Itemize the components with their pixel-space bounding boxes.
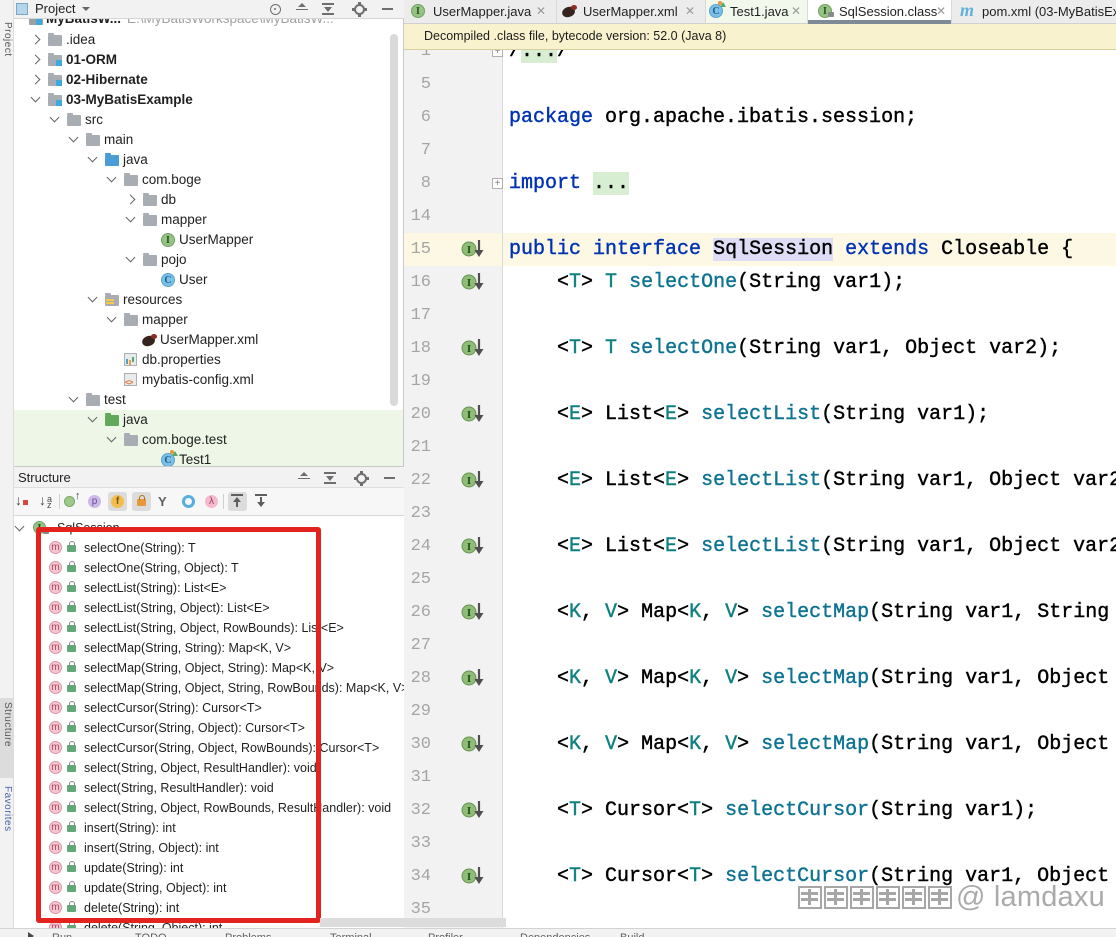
svg-text:I: I	[467, 871, 471, 883]
svg-text:I: I	[467, 541, 471, 553]
svg-text:I: I	[467, 409, 471, 421]
svg-text:I: I	[467, 805, 471, 817]
svg-text:I: I	[467, 343, 471, 355]
svg-text:I: I	[467, 244, 471, 256]
svg-text:I: I	[467, 739, 471, 751]
svg-text:I: I	[467, 673, 471, 685]
svg-text:I: I	[467, 277, 471, 289]
svg-text:I: I	[467, 607, 471, 619]
svg-text:I: I	[467, 475, 471, 487]
